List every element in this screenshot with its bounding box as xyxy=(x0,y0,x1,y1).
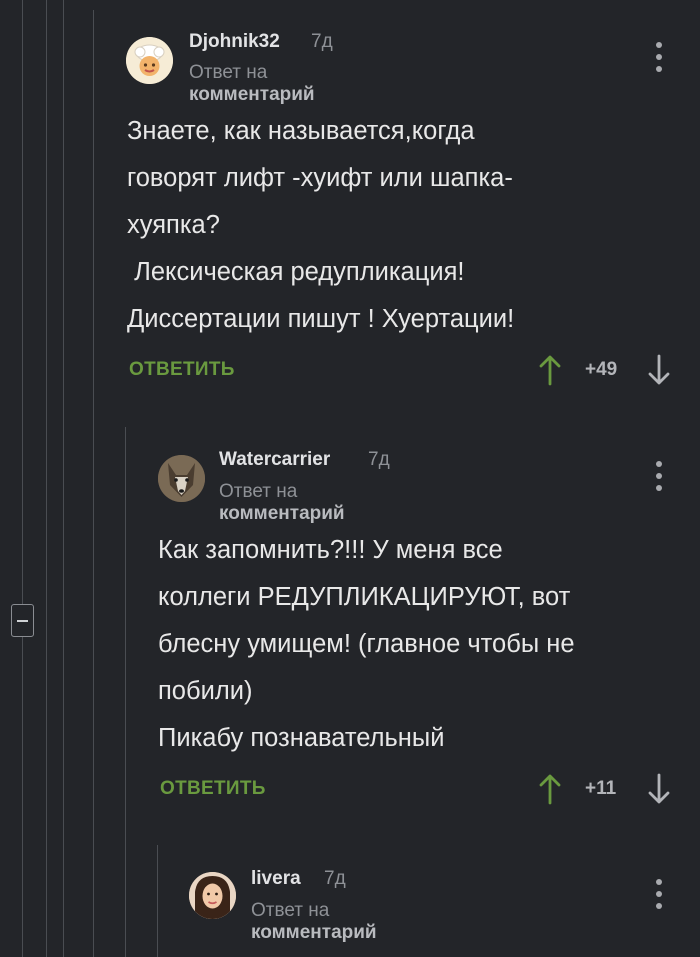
comment-text: Знаете, как называется,когда говорят лиф… xyxy=(127,117,515,333)
reply-prefix: Ответ на xyxy=(189,62,268,83)
reply-target-link[interactable]: комментарий xyxy=(251,922,377,943)
comment-author[interactable]: Watercarrier xyxy=(219,449,330,471)
arrow-down-icon[interactable] xyxy=(648,354,670,386)
arrow-up-icon[interactable] xyxy=(539,354,561,386)
avatar[interactable] xyxy=(126,37,173,84)
arrow-up-icon[interactable] xyxy=(539,773,561,805)
reply-prefix: Ответ на xyxy=(251,900,330,921)
more-icon[interactable] xyxy=(654,42,664,72)
thread-line xyxy=(22,0,23,957)
thread-line xyxy=(63,0,64,957)
thread-line xyxy=(46,0,47,957)
comment-author[interactable]: Djohnik32 xyxy=(189,31,280,53)
wolf-icon xyxy=(158,455,205,502)
arrow-down-icon[interactable] xyxy=(648,773,670,805)
thread-line xyxy=(157,845,158,957)
comment-time: 7д xyxy=(324,868,346,889)
comment-time: 7д xyxy=(368,449,390,470)
reply-reference[interactable]: Ответ на комментарий xyxy=(251,900,377,944)
reply-reference[interactable]: Ответ на комментарий xyxy=(189,62,315,106)
chef-icon xyxy=(126,37,173,84)
reply-reference[interactable]: Ответ на комментарий xyxy=(219,481,345,525)
avatar[interactable] xyxy=(158,455,205,502)
avatar[interactable] xyxy=(189,872,236,919)
woman-avatar-icon xyxy=(189,872,236,919)
vote-score: +49 xyxy=(585,359,618,380)
comment-author[interactable]: livera xyxy=(251,868,301,890)
collapse-thread-button[interactable] xyxy=(11,604,34,637)
thread-line xyxy=(125,427,126,957)
reply-prefix: Ответ на xyxy=(219,481,298,502)
more-icon[interactable] xyxy=(654,879,664,909)
reply-button[interactable]: ОТВЕТИТЬ xyxy=(160,778,266,800)
reply-button[interactable]: ОТВЕТИТЬ xyxy=(129,359,235,381)
more-icon[interactable] xyxy=(654,461,664,491)
reply-target-link[interactable]: комментарий xyxy=(219,503,345,524)
comment-text: Как запомнить?!!! У меня все коллеги РЕД… xyxy=(158,536,575,752)
comment-time: 7д xyxy=(311,31,333,52)
thread-line xyxy=(93,10,94,957)
vote-score: +11 xyxy=(585,778,617,799)
minus-icon xyxy=(17,619,28,622)
reply-target-link[interactable]: комментарий xyxy=(189,84,315,105)
